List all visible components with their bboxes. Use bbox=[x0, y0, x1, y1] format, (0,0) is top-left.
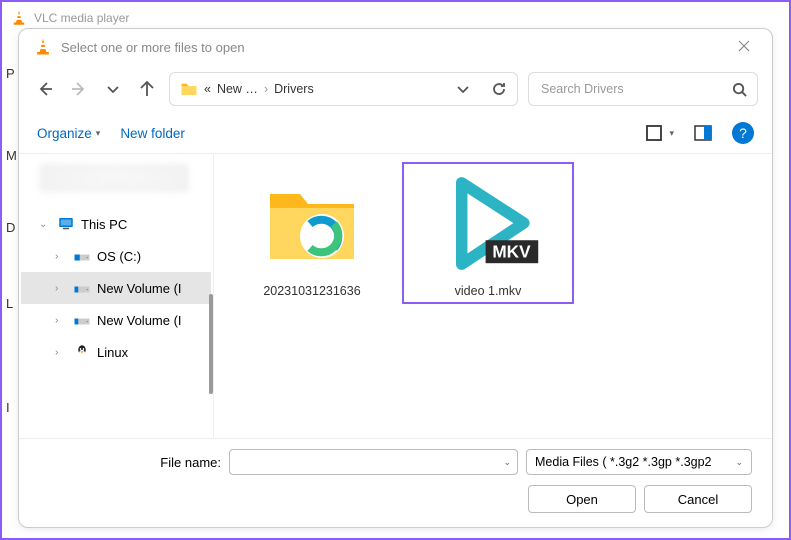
dialog-titlebar: Select one or more files to open bbox=[19, 29, 772, 65]
file-item-folder[interactable]: 20231031231636 bbox=[228, 164, 396, 302]
dialog-footer: File name: ⌄ Media Files ( *.3g2 *.3gp *… bbox=[19, 439, 772, 527]
filetype-combobox[interactable]: Media Files ( *.3g2 *.3gp *.3gp2 ⌄ bbox=[526, 449, 752, 475]
cancel-button[interactable]: Cancel bbox=[644, 485, 752, 513]
collapse-icon[interactable]: ⌄ bbox=[39, 219, 51, 230]
tree-item-this-pc[interactable]: ⌄ This PC bbox=[21, 208, 211, 240]
bg-text: P bbox=[6, 66, 15, 81]
forward-icon[interactable] bbox=[71, 81, 87, 97]
search-icon bbox=[732, 82, 747, 97]
drive-icon bbox=[73, 279, 91, 297]
file-list[interactable]: 20231031231636 MKV video 1.mkv bbox=[214, 154, 772, 438]
filename-combobox[interactable]: ⌄ bbox=[229, 449, 518, 475]
preview-pane-icon[interactable] bbox=[694, 124, 712, 142]
chevron-down-icon[interactable]: ▾ bbox=[669, 128, 674, 139]
filename-label: File name: bbox=[39, 455, 221, 470]
organize-button[interactable]: Organize ▾ bbox=[37, 126, 100, 141]
chevron-down-icon: ⌄ bbox=[503, 457, 511, 468]
parent-window-title: VLC media player bbox=[34, 11, 129, 25]
folder-icon bbox=[262, 176, 362, 271]
up-icon[interactable] bbox=[139, 81, 155, 97]
video-file-icon: MKV bbox=[433, 166, 543, 281]
bg-text: I bbox=[6, 400, 10, 415]
tree-item-drive[interactable]: › New Volume (I bbox=[21, 304, 211, 336]
tree-label: This PC bbox=[81, 217, 127, 232]
view-mode-icon[interactable] bbox=[645, 124, 663, 142]
pc-icon bbox=[57, 215, 75, 233]
open-button[interactable]: Open bbox=[528, 485, 636, 513]
toolbar: Organize ▾ New folder ▾ ? bbox=[19, 113, 772, 153]
chevron-right-icon[interactable]: › bbox=[264, 82, 268, 96]
refresh-icon[interactable] bbox=[491, 81, 507, 97]
svg-text:MKV: MKV bbox=[492, 241, 531, 261]
navigation-row: « New … › Drivers bbox=[19, 65, 772, 113]
expand-icon[interactable]: › bbox=[55, 251, 67, 262]
close-button[interactable] bbox=[730, 35, 758, 59]
chevron-down-icon[interactable] bbox=[455, 81, 471, 97]
breadcrumb-segment[interactable]: New … bbox=[217, 82, 258, 96]
history-dropdown-icon[interactable] bbox=[105, 81, 121, 97]
breadcrumb[interactable]: « New … › Drivers bbox=[169, 72, 518, 106]
file-label: video 1.mkv bbox=[408, 284, 568, 298]
close-icon bbox=[738, 40, 750, 52]
bg-text: M bbox=[6, 148, 17, 163]
search-input[interactable] bbox=[539, 81, 732, 97]
bg-text: L bbox=[6, 296, 13, 311]
nav-arrows bbox=[33, 81, 159, 97]
expand-icon[interactable]: › bbox=[55, 347, 67, 358]
back-icon[interactable] bbox=[37, 81, 53, 97]
breadcrumb-prefix[interactable]: « bbox=[204, 82, 211, 96]
drive-icon bbox=[73, 247, 91, 265]
bg-text: D bbox=[6, 220, 15, 235]
tree-item-drive[interactable]: › New Volume (I bbox=[21, 272, 211, 304]
tree-label: Linux bbox=[97, 345, 128, 360]
main-area: ⌄ This PC › OS (C:) › New Volume (I › Ne… bbox=[19, 153, 772, 439]
vlc-cone-icon bbox=[10, 9, 28, 27]
navigation-tree: ⌄ This PC › OS (C:) › New Volume (I › Ne… bbox=[19, 154, 214, 438]
tree-item-drive[interactable]: › OS (C:) bbox=[21, 240, 211, 272]
help-icon[interactable]: ? bbox=[732, 122, 754, 144]
tree-label: OS (C:) bbox=[97, 249, 141, 264]
breadcrumb-segment[interactable]: Drivers bbox=[274, 82, 314, 96]
new-folder-button[interactable]: New folder bbox=[120, 126, 185, 141]
chevron-down-icon: ⌄ bbox=[735, 457, 743, 468]
expand-icon[interactable]: › bbox=[55, 283, 67, 294]
expand-icon[interactable]: › bbox=[55, 315, 67, 326]
file-item-video[interactable]: MKV video 1.mkv bbox=[404, 164, 572, 302]
tree-label: New Volume (I bbox=[97, 281, 182, 296]
organize-label: Organize bbox=[37, 126, 92, 141]
vlc-cone-icon bbox=[33, 37, 53, 57]
dialog-title: Select one or more files to open bbox=[61, 40, 730, 55]
chevron-down-icon: ▾ bbox=[96, 128, 101, 139]
linux-icon bbox=[73, 343, 91, 361]
tree-label: New Volume (I bbox=[97, 313, 182, 328]
blurred-region bbox=[39, 164, 189, 192]
file-open-dialog: Select one or more files to open « New …… bbox=[18, 28, 773, 528]
folder-icon bbox=[180, 80, 198, 98]
scrollbar-thumb[interactable] bbox=[209, 294, 213, 394]
filetype-label: Media Files ( *.3g2 *.3gp *.3gp2 bbox=[535, 455, 712, 469]
search-box[interactable] bbox=[528, 72, 758, 106]
drive-icon bbox=[73, 311, 91, 329]
tree-item-linux[interactable]: › Linux bbox=[21, 336, 211, 368]
file-label: 20231031231636 bbox=[232, 284, 392, 298]
